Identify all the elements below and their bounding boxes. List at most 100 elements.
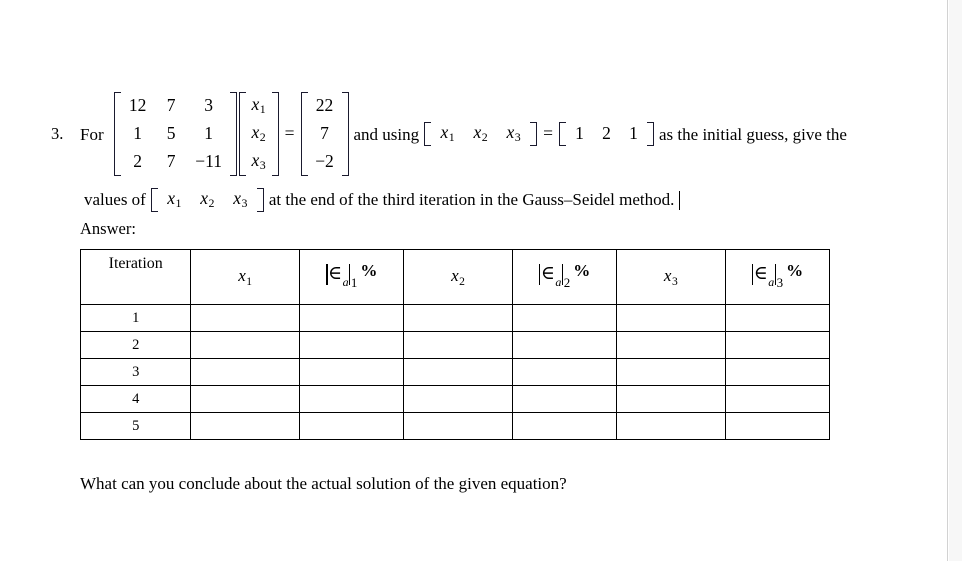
cell-x1[interactable] [190, 385, 300, 413]
cell-iteration: 1 [79, 304, 192, 332]
cell-error2[interactable] [511, 304, 618, 332]
matrix-row: −2 [308, 148, 342, 176]
cell-x3[interactable] [616, 304, 726, 332]
equation-line: 3. For 12 7 3 1 5 1 2 7 −11 x1 x2 x3 = 2… [0, 92, 948, 176]
cell-iteration: 5 [79, 412, 192, 440]
matrix-row: x1 [246, 92, 272, 120]
bracket-left-icon [150, 188, 158, 212]
matrix-cell: −11 [195, 151, 222, 172]
cell-iteration: 2 [79, 331, 192, 359]
cell-error2[interactable] [511, 412, 618, 440]
cell-error1[interactable] [298, 385, 405, 413]
matrix-row: x1 x2 x3 [431, 122, 530, 146]
matrix-cell: 7 [320, 123, 329, 144]
table-header-row: Iteration x1 ∈ a 1 % x2 ∈ a 2 % x3 ∈ a 3… [79, 249, 831, 305]
coefficient-matrix: 12 7 3 1 5 1 2 7 −11 [113, 92, 237, 176]
matrix-cell: 3 [204, 95, 213, 116]
bracket-left-icon [559, 122, 567, 146]
cell-x3[interactable] [616, 358, 726, 386]
cell-error1[interactable] [298, 331, 405, 359]
line2-suffix: at the end of the third iteration in the… [268, 190, 675, 209]
cell-x3[interactable] [616, 385, 726, 413]
bracket-right-icon [229, 92, 237, 176]
cell-x1[interactable] [190, 412, 300, 440]
cell-x2[interactable] [403, 358, 513, 386]
text-after-guess: as the initial guess, give the [659, 124, 847, 144]
epsilon-notation: ∈ a 3 % [751, 261, 804, 290]
line2-prefix: values of [84, 190, 146, 209]
equals-sign: = [543, 123, 554, 144]
bracket-left-icon [238, 92, 246, 176]
text-after-equation: and using [353, 124, 420, 144]
matrix-cell: 1 [133, 123, 142, 144]
matrix-row: x2 [246, 120, 272, 148]
bracket-left-icon [113, 92, 121, 176]
matrix-cell: 2 [133, 151, 142, 172]
matrix-row: x1 x2 x3 [158, 188, 257, 212]
question-number: 3. [51, 123, 64, 143]
header-x2: x2 [403, 249, 513, 305]
bracket-right-icon [647, 122, 655, 146]
matrix-cell: 22 [315, 95, 334, 116]
cell-x3[interactable] [616, 412, 726, 440]
closing-question: What can you conclude about the actual s… [80, 474, 567, 493]
matrix-cell: 1 [629, 123, 638, 144]
cell-x1[interactable] [190, 358, 300, 386]
header-iteration-label: Iteration [108, 255, 163, 272]
table-row: 2 [79, 331, 831, 359]
question-second-line: values of x1 x2 x3 at the end of the thi… [0, 188, 948, 212]
cell-error3[interactable] [724, 331, 831, 359]
cell-error3[interactable] [724, 412, 831, 440]
matrix-cell: x3 [251, 149, 266, 173]
bracket-right-icon [256, 188, 264, 212]
bracket-left-icon [300, 92, 308, 176]
epsilon-icon: ∈ [753, 263, 768, 284]
cell-iteration: 3 [79, 358, 192, 386]
cell-x1[interactable] [190, 304, 300, 332]
cell-x2[interactable] [403, 304, 513, 332]
matrix-row: 1 5 1 [121, 120, 230, 148]
cell-iteration: 4 [79, 385, 192, 413]
table-row: 4 [79, 385, 831, 413]
rhs-vector: 22 7 −2 [300, 92, 349, 176]
header-x1: x1 [190, 249, 300, 305]
unknown-vector: x1 x2 x3 [238, 92, 279, 176]
epsilon-notation: ∈ a 2 % [539, 261, 591, 290]
cell-error1[interactable] [298, 412, 405, 440]
cell-x2[interactable] [403, 331, 513, 359]
cell-error3[interactable] [724, 358, 831, 386]
table-row: 1 [79, 304, 831, 332]
cell-error3[interactable] [724, 304, 831, 332]
cell-x1[interactable] [190, 331, 300, 359]
matrix-cell: x1 [440, 121, 455, 145]
cell-error2[interactable] [511, 385, 618, 413]
equals-sign: = [284, 123, 295, 144]
header-relative-error-1: ∈ a 1 % [298, 249, 405, 305]
matrix-cell: 12 [128, 95, 147, 116]
cell-x3[interactable] [616, 331, 726, 359]
matrix-cell: x3 [233, 187, 248, 211]
matrix-cell: x2 [473, 121, 488, 145]
matrix-cell: 1 [575, 123, 584, 144]
matrix-cell: 7 [166, 95, 176, 116]
document-page: 3. For 12 7 3 1 5 1 2 7 −11 x1 x2 x3 = 2… [0, 0, 948, 561]
bracket-left-icon [424, 122, 432, 146]
cell-x2[interactable] [403, 412, 513, 440]
iteration-table: Iteration x1 ∈ a 1 % x2 ∈ a 2 % x3 ∈ a 3… [79, 249, 831, 440]
cell-error3[interactable] [724, 385, 831, 413]
header-relative-error-3: ∈ a 3 % [724, 249, 831, 305]
cell-x2[interactable] [403, 385, 513, 413]
cell-error1[interactable] [298, 358, 405, 386]
cell-error2[interactable] [511, 331, 618, 359]
matrix-row: 22 [308, 92, 342, 120]
matrix-cell: x3 [506, 121, 521, 145]
matrix-row: x3 [246, 148, 272, 176]
question-block: 3. For 12 7 3 1 5 1 2 7 −11 x1 x2 x3 = 2… [0, 92, 948, 212]
cell-error1[interactable] [298, 304, 405, 332]
matrix-row: 1 2 1 [566, 122, 647, 146]
cell-error2[interactable] [511, 358, 618, 386]
matrix-cell: 1 [204, 123, 213, 144]
bracket-right-icon [341, 92, 349, 176]
epsilon-notation: ∈ a 1 % [326, 261, 378, 290]
matrix-row: 2 7 −11 [121, 148, 230, 176]
